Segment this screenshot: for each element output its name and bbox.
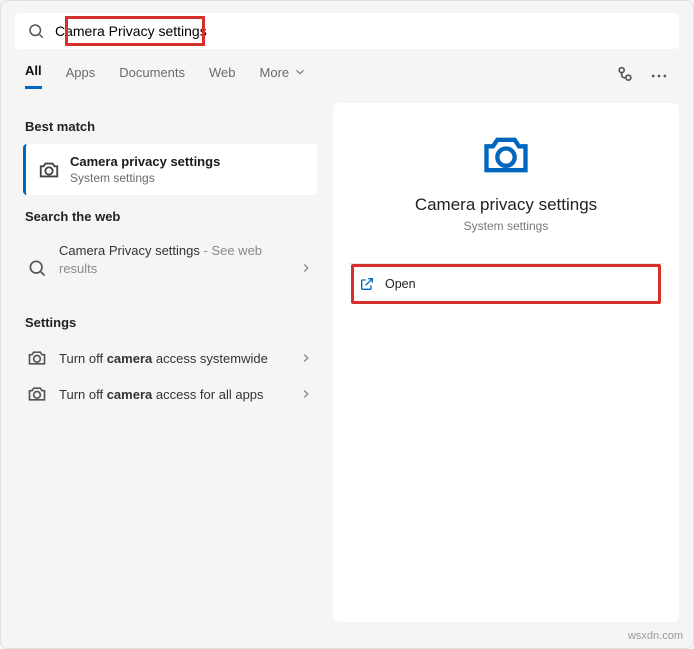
camera-icon xyxy=(27,384,47,404)
group-header-settings: Settings xyxy=(25,315,317,330)
results-left-pane: Best match Camera privacy settings Syste… xyxy=(1,95,325,636)
search-bar[interactable] xyxy=(15,13,679,49)
group-header-search-web: Search the web xyxy=(25,209,317,224)
chevron-right-icon xyxy=(299,387,313,401)
tab-more[interactable]: More xyxy=(260,65,308,88)
chevron-down-icon xyxy=(293,65,307,79)
camera-icon xyxy=(38,159,60,181)
web-result-item[interactable]: Camera Privacy settings - See web result… xyxy=(23,234,317,301)
best-match-subtitle: System settings xyxy=(70,171,220,185)
preview-title: Camera privacy settings xyxy=(353,195,659,215)
result-preview-pane: Camera privacy settings System settings … xyxy=(333,103,679,622)
camera-icon xyxy=(27,348,47,368)
search-input[interactable] xyxy=(55,23,667,39)
chevron-right-icon xyxy=(299,261,313,275)
open-button[interactable]: Open xyxy=(353,266,659,302)
group-header-best-match: Best match xyxy=(25,119,317,134)
divider xyxy=(349,263,663,264)
preview-subtitle: System settings xyxy=(353,219,659,233)
web-result-title: Camera Privacy settings xyxy=(59,243,200,258)
tab-web[interactable]: Web xyxy=(209,65,236,88)
open-label: Open xyxy=(385,277,416,291)
chevron-right-icon xyxy=(299,351,313,365)
watermark: wsxdn.com xyxy=(628,630,683,642)
camera-icon xyxy=(480,129,532,181)
more-options-icon[interactable] xyxy=(649,66,669,86)
settings-item-label: Turn off camera access for all apps xyxy=(59,386,287,404)
settings-item-camera-all-apps[interactable]: Turn off camera access for all apps xyxy=(23,376,317,412)
tab-all[interactable]: All xyxy=(25,63,42,89)
best-match-title: Camera privacy settings xyxy=(70,154,220,169)
search-icon xyxy=(27,22,45,40)
tab-apps[interactable]: Apps xyxy=(66,65,96,88)
best-match-result[interactable]: Camera privacy settings System settings xyxy=(23,144,317,195)
tab-documents[interactable]: Documents xyxy=(119,65,185,88)
search-icon xyxy=(27,258,47,278)
web-result-sub xyxy=(59,277,287,293)
account-flow-icon[interactable] xyxy=(615,66,635,86)
search-filter-tabs: All Apps Documents Web More xyxy=(1,53,693,89)
settings-item-label: Turn off camera access systemwide xyxy=(59,350,287,368)
open-external-icon xyxy=(359,276,375,292)
settings-item-camera-systemwide[interactable]: Turn off camera access systemwide xyxy=(23,340,317,376)
